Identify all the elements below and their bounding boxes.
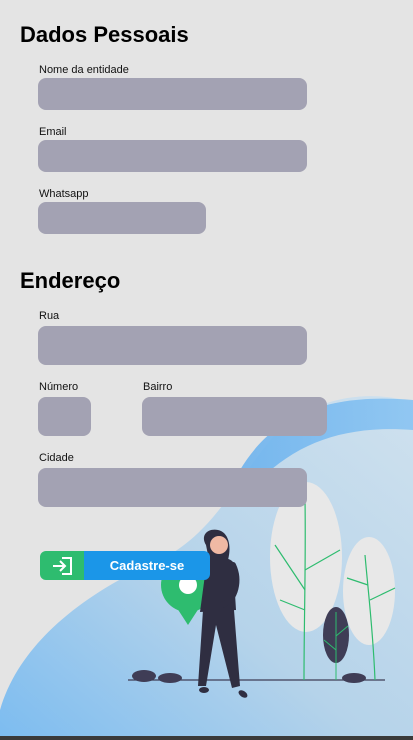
- entity-name-input[interactable]: [38, 78, 307, 110]
- street-label: Rua: [39, 310, 60, 322]
- number-label: Número: [39, 381, 79, 393]
- whatsapp-label: Whatsapp: [39, 188, 89, 200]
- email-input[interactable]: [38, 140, 307, 172]
- district-input[interactable]: [142, 397, 327, 436]
- number-input[interactable]: [38, 397, 91, 436]
- signup-button-label: Cadastre-se: [84, 551, 210, 580]
- signup-button[interactable]: Cadastre-se: [40, 551, 210, 580]
- section-title-personal: Dados Pessoais: [20, 22, 189, 47]
- sign-in-icon: [40, 551, 84, 580]
- section-title-address: Endereço: [20, 268, 121, 293]
- email-label: Email: [39, 126, 67, 138]
- street-input[interactable]: [38, 326, 307, 365]
- whatsapp-input[interactable]: [38, 202, 206, 234]
- city-input[interactable]: [38, 468, 307, 507]
- signup-form: Dados Pessoais Nome da entidade Email Wh…: [0, 0, 413, 740]
- entity-name-label: Nome da entidade: [39, 64, 129, 76]
- district-label: Bairro: [143, 381, 173, 393]
- city-label: Cidade: [39, 452, 74, 464]
